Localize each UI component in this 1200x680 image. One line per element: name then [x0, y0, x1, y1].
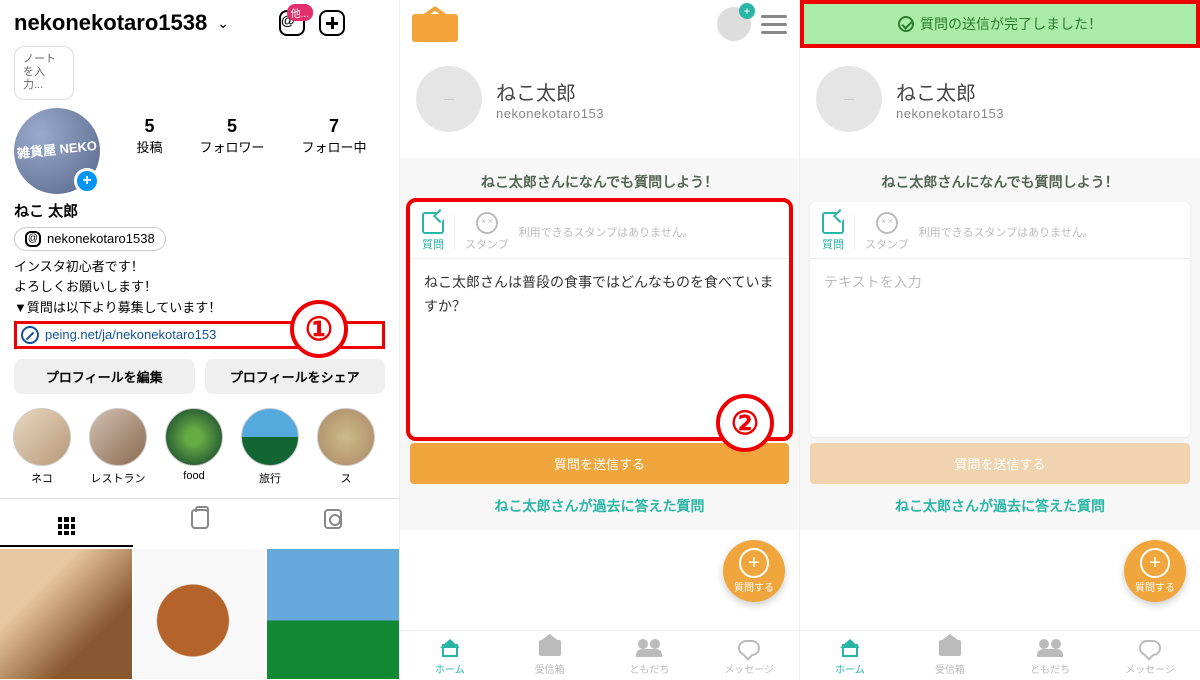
tab-tagged[interactable] — [266, 499, 399, 547]
tab-stamp[interactable]: スタンプ — [465, 212, 509, 252]
threads-pill[interactable]: @ nekonekotaro1538 — [14, 227, 166, 251]
link-icon — [21, 326, 39, 344]
bottom-nav: ホーム 受信箱 ともだち メッセージ — [400, 630, 799, 680]
callout-1: ① — [290, 300, 348, 358]
highlight-item[interactable]: レストラン — [86, 408, 150, 486]
check-circle-icon — [898, 16, 914, 32]
post-thumbnail[interactable] — [267, 549, 399, 679]
nav-inbox[interactable]: 受信箱 — [900, 637, 1000, 676]
profile-name: ねこ太郎 — [896, 77, 1004, 106]
chevron-down-icon[interactable]: ⌄ — [217, 15, 229, 32]
stat-followers[interactable]: 5フォロワー — [199, 116, 264, 156]
highlight-item[interactable]: food — [162, 408, 226, 486]
send-question-button[interactable]: 質問を送信する — [810, 443, 1190, 484]
profile-handle: nekonekotaro153 — [496, 106, 604, 121]
profile-name: ねこ太郎 — [496, 77, 604, 106]
note-bubble[interactable]: ノートを入力... — [14, 46, 74, 100]
ig-username[interactable]: nekonekotaro1538 — [14, 10, 207, 36]
stat-posts[interactable]: 5投稿 — [136, 116, 162, 156]
friends-icon — [1037, 639, 1063, 657]
inbox-icon — [939, 640, 961, 656]
add-story-icon[interactable]: + — [74, 168, 100, 194]
add-icon: + — [739, 3, 755, 19]
ask-question-fab[interactable]: + 質問する — [1124, 540, 1186, 602]
tab-question[interactable]: 質問 — [422, 212, 444, 252]
profile-tabs — [0, 498, 399, 547]
tab-stamp[interactable]: スタンプ — [865, 212, 909, 252]
friends-icon — [636, 639, 662, 657]
nav-home[interactable]: ホーム — [400, 637, 500, 676]
profile-avatar[interactable]: — — [416, 66, 482, 132]
nav-home[interactable]: ホーム — [800, 637, 900, 676]
question-prompt: ねこ太郎さんになんでも質問しよう！ — [800, 166, 1200, 202]
stamp-icon — [876, 212, 898, 234]
profile-avatar[interactable]: — — [816, 66, 882, 132]
peing-logo-icon[interactable] — [412, 6, 458, 42]
home-icon — [840, 639, 860, 657]
instagram-profile-screen: nekonekotaro1538 ⌄ @ 他... ノートを入力... 雑貨屋 … — [0, 0, 400, 680]
threads-small-icon: @ — [25, 231, 41, 247]
tab-grid[interactable] — [0, 499, 133, 547]
share-profile-button[interactable]: プロフィールをシェア — [205, 359, 386, 394]
inbox-icon — [539, 640, 561, 656]
post-thumbnail[interactable] — [0, 549, 132, 679]
profile-stats: 5投稿 5フォロワー 7フォロー中 — [118, 116, 385, 156]
bio-link[interactable]: peing.net/ja/nekonekotaro153 — [45, 327, 216, 342]
menu-icon[interactable] — [359, 14, 385, 33]
ask-question-fab[interactable]: + 質問する — [723, 540, 785, 602]
question-prompt: ねこ太郎さんになんでも質問しよう！ — [400, 166, 799, 202]
bottom-nav: ホーム 受信箱 ともだち メッセージ — [800, 630, 1200, 680]
question-card: 質問 スタンプ 利用できるスタンプはありません。 テキストを入力 — [810, 202, 1190, 437]
message-icon — [738, 640, 760, 656]
ig-header: nekonekotaro1538 ⌄ @ 他... — [0, 0, 399, 40]
plus-icon: + — [739, 548, 769, 578]
peing-profile: — ねこ太郎 nekonekotaro153 — [400, 48, 799, 158]
tab-reels[interactable] — [133, 499, 266, 547]
peing-profile: — ねこ太郎 nekonekotaro153 — [800, 48, 1200, 158]
pencil-icon — [422, 212, 444, 234]
menu-icon[interactable] — [761, 15, 787, 34]
tab-question[interactable]: 質問 — [822, 212, 844, 252]
stat-following[interactable]: 7フォロー中 — [301, 116, 366, 156]
peing-header: + — [400, 0, 799, 48]
nav-friends[interactable]: ともだち — [1000, 637, 1100, 676]
callout-2: ② — [716, 394, 774, 452]
display-name: ねこ 太郎 — [0, 194, 399, 221]
posts-grid — [0, 549, 399, 679]
threads-badge: 他... — [287, 4, 313, 21]
highlight-item[interactable]: ネコ — [10, 408, 74, 486]
stamp-unavailable-msg: 利用できるスタンプはありません。 — [919, 224, 1094, 240]
new-post-icon[interactable] — [319, 10, 345, 36]
profile-avatar[interactable]: 雑貨屋 NEKO + — [14, 108, 100, 194]
highlight-item[interactable]: 旅行 — [238, 408, 302, 486]
post-thumbnail[interactable] — [134, 549, 266, 679]
profile-handle: nekonekotaro153 — [896, 106, 1004, 121]
nav-messages[interactable]: メッセージ — [1100, 637, 1200, 676]
plus-icon: + — [1140, 548, 1170, 578]
success-message: 質問の送信が完了しました！ — [920, 14, 1102, 34]
pencil-icon — [822, 212, 844, 234]
peing-compose-screen: + — ねこ太郎 nekonekotaro153 ねこ太郎さんになんでも質問しよ… — [400, 0, 800, 680]
peing-success-screen: 質問の送信が完了しました！ — ねこ太郎 nekonekotaro153 ねこ太… — [800, 0, 1200, 680]
header-avatar[interactable]: + — [717, 7, 751, 41]
edit-profile-button[interactable]: プロフィールを編集 — [14, 359, 195, 394]
success-banner: 質問の送信が完了しました！ — [800, 0, 1200, 48]
highlights-row: ネコ レストラン food 旅行 ス — [0, 394, 399, 492]
threads-icon[interactable]: @ 他... — [279, 10, 305, 36]
question-textarea[interactable]: テキストを入力 — [810, 259, 1190, 429]
stamp-icon — [476, 212, 498, 234]
highlight-item[interactable]: ス — [314, 408, 378, 486]
message-icon — [1139, 640, 1161, 656]
past-questions-heading: ねこ太郎さんが過去に答えた質問 — [800, 484, 1200, 522]
stamp-unavailable-msg: 利用できるスタンプはありません。 — [519, 224, 694, 240]
past-questions-heading: ねこ太郎さんが過去に答えた質問 — [400, 484, 799, 522]
nav-inbox[interactable]: 受信箱 — [500, 637, 600, 676]
nav-friends[interactable]: ともだち — [600, 637, 700, 676]
home-icon — [440, 639, 460, 657]
nav-messages[interactable]: メッセージ — [699, 637, 799, 676]
